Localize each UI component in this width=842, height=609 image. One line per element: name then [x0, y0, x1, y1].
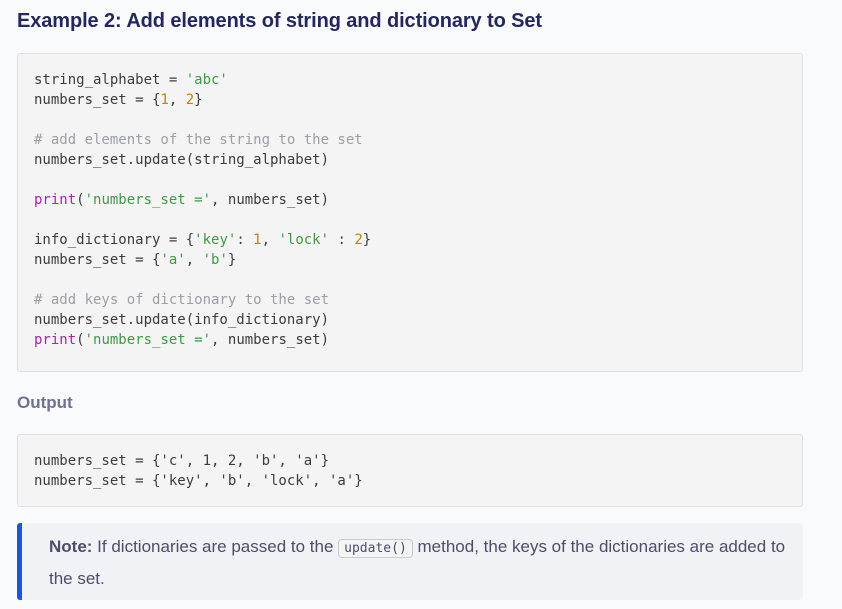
code-token: numbers_set = { [34, 252, 161, 268]
code-line: numbers_set.update(string_alphabet) [34, 152, 330, 168]
code-token: ( [76, 192, 85, 208]
code-comment: # add keys of dictionary to the set [34, 292, 330, 308]
code-token-string: 'abc' [185, 72, 228, 88]
code-token-string: 'numbers_set =' [84, 192, 212, 208]
code-line: print('numbers_set =', numbers_set) [34, 330, 329, 350]
code-line: info_dictionary = {'key': 1, 'lock' : 2} [34, 230, 371, 250]
code-token-string: 'key' [194, 232, 237, 248]
note-text: Note: If dictionaries are passed to the … [49, 532, 789, 594]
example-heading: Example 2: Add elements of string and di… [17, 10, 542, 32]
code-token: ( [76, 332, 85, 348]
code-token-number: 2 [354, 232, 363, 248]
code-comment: # add elements of the string to the set [34, 132, 363, 148]
code-token: info_dictionary = { [34, 232, 195, 248]
code-line: numbers_set = {'a', 'b'} [34, 250, 236, 270]
code-token: numbers_set = { [34, 92, 161, 108]
code-token: , numbers_set) [211, 192, 330, 208]
code-token: , numbers_set) [211, 332, 330, 348]
output-line: numbers_set = {'c', 1, 2, 'b', 'a'} [34, 453, 330, 469]
code-block[interactable]: string_alphabet = 'abc' numbers_set = {1… [17, 53, 803, 372]
code-token-string: 'b' [202, 252, 228, 268]
inline-code: update() [338, 539, 413, 558]
code-token-string: 'numbers_set =' [84, 332, 212, 348]
code-token-string: 'a' [160, 252, 186, 268]
output-heading: Output [17, 393, 73, 412]
code-line: print('numbers_set =', numbers_set) [34, 190, 329, 210]
output-block[interactable]: numbers_set = {'c', 1, 2, 'b', 'a'} numb… [17, 434, 803, 507]
note-callout: Note: If dictionaries are passed to the … [17, 523, 803, 600]
code-token: , [261, 232, 279, 248]
code-token-number: 2 [185, 92, 195, 108]
code-token: : [236, 232, 254, 248]
code-token: } [227, 252, 237, 268]
code-token-number: 1 [160, 92, 169, 108]
code-token-function: print [34, 192, 77, 208]
code-token: , [185, 252, 203, 268]
output-line: numbers_set = {'key', 'b', 'lock', 'a'} [34, 473, 363, 489]
code-token-number: 1 [253, 232, 262, 248]
note-text-before: If dictionaries are passed to the [92, 537, 339, 556]
code-token: } [362, 232, 372, 248]
code-token: : [329, 232, 355, 248]
code-line: numbers_set.update(info_dictionary) [34, 312, 330, 328]
code-token-function: print [34, 332, 77, 348]
note-title: Note: [49, 537, 93, 556]
code-token: , [168, 92, 186, 108]
code-token-string: 'lock' [278, 232, 330, 248]
code-line: string_alphabet = 'abc' [34, 70, 228, 90]
code-token: string_alphabet = [34, 72, 186, 88]
code-line: numbers_set = {1, 2} [34, 90, 203, 110]
code-token: } [194, 92, 203, 108]
